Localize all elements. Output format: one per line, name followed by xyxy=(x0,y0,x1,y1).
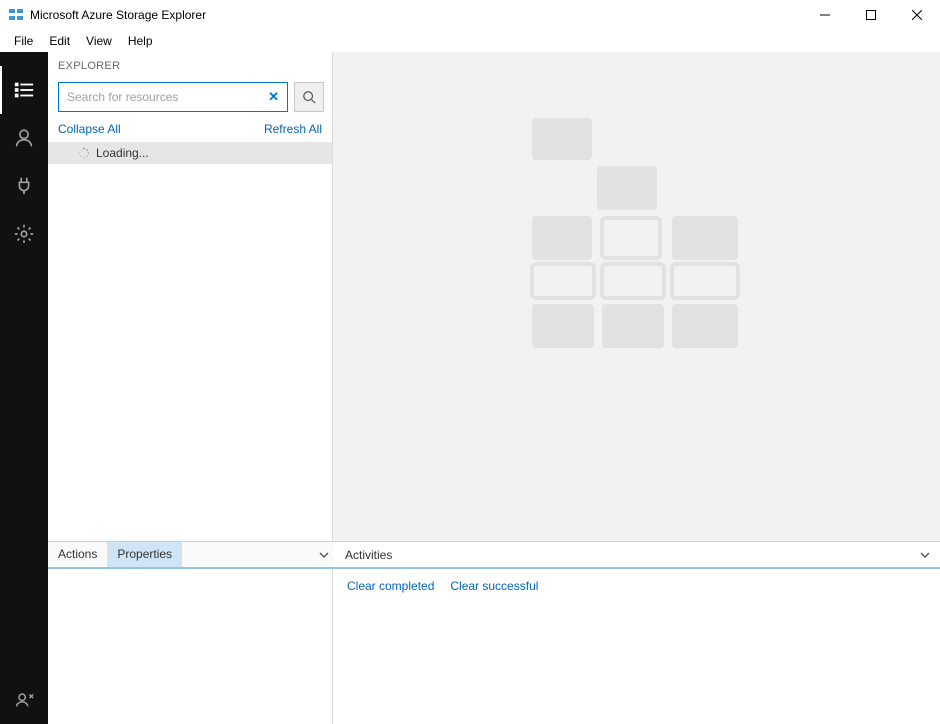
close-button[interactable] xyxy=(894,0,940,30)
menubar: File Edit View Help xyxy=(0,30,940,52)
clear-search-icon[interactable]: ✕ xyxy=(260,89,287,105)
activities-header: Activities xyxy=(333,541,940,569)
search-row: ✕ xyxy=(48,78,332,116)
tab-actions[interactable]: Actions xyxy=(48,542,107,567)
window-controls xyxy=(802,0,940,30)
activity-bar xyxy=(0,52,48,724)
explorer-icon xyxy=(13,79,35,101)
tree-loading-item: Loading... xyxy=(48,142,332,164)
activity-settings-button[interactable] xyxy=(0,210,48,258)
tree-loading-label: Loading... xyxy=(96,146,149,160)
person-icon xyxy=(13,127,35,149)
explorer-panel: EXPLORER ✕ Collapse All Refresh All xyxy=(48,52,333,541)
content-area xyxy=(333,52,940,541)
minimize-button[interactable] xyxy=(802,0,848,30)
activities-body: Clear completed Clear successful xyxy=(333,569,940,724)
menu-edit[interactable]: Edit xyxy=(41,31,78,51)
menu-view[interactable]: View xyxy=(78,31,120,51)
explorer-header: EXPLORER xyxy=(48,52,332,78)
activity-explorer-button[interactable] xyxy=(0,66,48,114)
search-input-wrap[interactable]: ✕ xyxy=(58,82,288,112)
clear-completed-link[interactable]: Clear completed xyxy=(347,579,434,714)
resource-tree: Loading... xyxy=(48,142,332,541)
activities-chevron[interactable] xyxy=(916,550,934,560)
main-container: EXPLORER ✕ Collapse All Refresh All xyxy=(0,52,940,724)
app-icon xyxy=(8,7,24,23)
activities-label[interactable]: Activities xyxy=(343,543,394,567)
clear-successful-link[interactable]: Clear successful xyxy=(450,579,538,714)
refresh-all-link[interactable]: Refresh All xyxy=(264,122,322,136)
window-title: Microsoft Azure Storage Explorer xyxy=(30,8,802,22)
titlebar: Microsoft Azure Storage Explorer xyxy=(0,0,940,30)
left-tabs-chevron[interactable] xyxy=(315,542,333,567)
search-button[interactable] xyxy=(294,82,324,112)
properties-body xyxy=(48,569,333,724)
activity-feedback-button[interactable] xyxy=(0,676,48,724)
feedback-icon xyxy=(13,689,35,711)
maximize-button[interactable] xyxy=(848,0,894,30)
activity-account-button[interactable] xyxy=(0,114,48,162)
collapse-all-link[interactable]: Collapse All xyxy=(58,122,121,136)
tab-properties[interactable]: Properties xyxy=(107,542,182,567)
storage-logo-icon xyxy=(527,118,747,358)
menu-help[interactable]: Help xyxy=(120,31,161,51)
chevron-down-icon xyxy=(319,550,329,560)
explorer-links: Collapse All Refresh All xyxy=(48,116,332,142)
menu-file[interactable]: File xyxy=(6,31,41,51)
gear-icon xyxy=(13,223,35,245)
left-column: EXPLORER ✕ Collapse All Refresh All xyxy=(48,52,333,724)
search-icon xyxy=(302,90,316,104)
chevron-down-icon xyxy=(920,550,930,560)
activity-connect-button[interactable] xyxy=(0,162,48,210)
center-column: Activities Clear completed Clear success… xyxy=(333,52,940,724)
plug-icon xyxy=(13,175,35,197)
left-tabs: Actions Properties xyxy=(48,541,333,569)
search-input[interactable] xyxy=(59,90,260,104)
spinner-icon xyxy=(78,147,90,159)
